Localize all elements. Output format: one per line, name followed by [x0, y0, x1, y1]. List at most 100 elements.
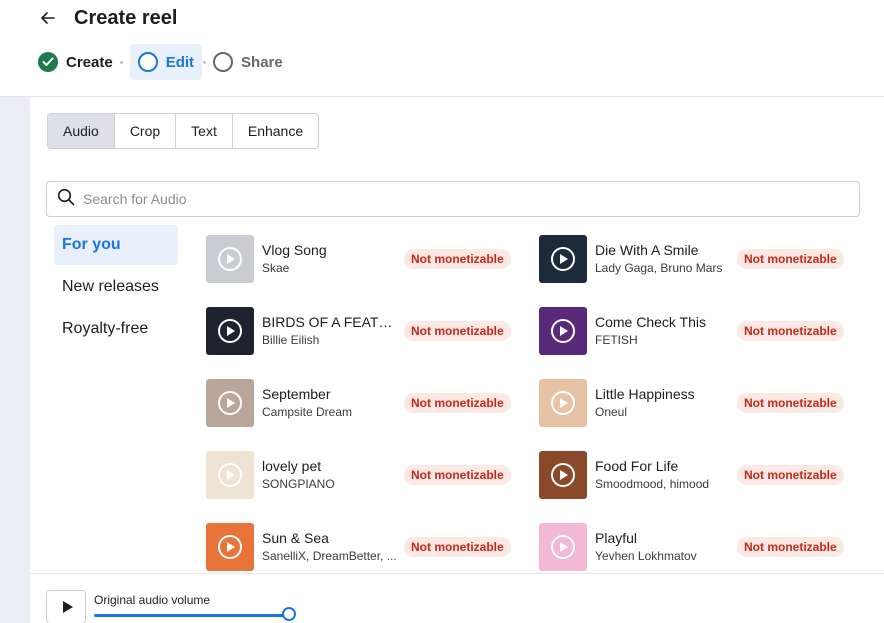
monetization-badge: Not monetizable [737, 249, 844, 269]
tab-crop[interactable]: Crop [114, 114, 177, 148]
monetization-badge: Not monetizable [737, 465, 844, 485]
track-item[interactable]: Playful Yevhen Lokhmatov Not monetizable [539, 521, 859, 573]
category-list: For you New releases Royalty-free [54, 225, 178, 351]
track-thumbnail [539, 307, 587, 355]
bottom-bar: Original audio volume [30, 573, 884, 623]
pending-step-circle-icon [213, 52, 234, 72]
track-meta: Sun & Sea SanelliX, DreamBetter, ... [262, 529, 398, 565]
track-artist: SanelliX, DreamBetter, ... [262, 549, 397, 563]
step-create-label: Create [66, 53, 113, 71]
play-circle-icon[interactable] [551, 463, 575, 487]
track-item[interactable]: BIRDS OF A FEATHER Billie Eilish Not monet… [206, 305, 526, 357]
track-thumbnail [206, 451, 254, 499]
track-meta: Come Check This FETISH [595, 313, 731, 349]
track-artist: Yevhen Lokhmatov [595, 549, 697, 563]
category-for-you[interactable]: For you [54, 225, 178, 265]
back-arrow-icon[interactable] [36, 6, 60, 30]
edit-panel: Audio Crop Text Enhance For you New rele… [30, 97, 884, 573]
track-meta: September Campsite Dream [262, 385, 398, 421]
track-artist: Oneul [595, 405, 628, 419]
track-item[interactable]: Vlog Song Skae Not monetizable [206, 233, 526, 285]
page-title: Create reel [74, 7, 178, 29]
category-royalty-free[interactable]: Royalty-free [54, 309, 178, 349]
play-triangle-icon [560, 326, 568, 336]
volume-label: Original audio volume [94, 593, 211, 607]
step-share[interactable]: Share [211, 44, 289, 80]
play-icon [62, 601, 73, 613]
category-new-releases[interactable]: New releases [54, 267, 178, 307]
tab-text[interactable]: Text [176, 114, 233, 148]
play-circle-icon[interactable] [218, 391, 242, 415]
step-edit-label: Edit [165, 53, 195, 71]
track-title: lovely pet [262, 458, 322, 474]
volume-slider[interactable] [94, 614, 289, 617]
track-item[interactable]: September Campsite Dream Not monetizable [206, 377, 526, 429]
monetization-badge: Not monetizable [404, 465, 511, 485]
track-artist: SONGPIANO [262, 477, 335, 491]
track-title: BIRDS OF A FEATHER [262, 314, 398, 330]
play-circle-icon[interactable] [551, 247, 575, 271]
monetization-badge: Not monetizable [404, 537, 511, 557]
track-meta: Die With A Smile Lady Gaga, Bruno Mars [595, 241, 731, 277]
track-meta: BIRDS OF A FEATHER Billie Eilish [262, 313, 398, 349]
monetization-badge: Not monetizable [737, 393, 844, 413]
track-title: Sun & Sea [262, 530, 329, 546]
track-meta: Food For Life Smoodmood, himood [595, 457, 731, 493]
play-button[interactable] [46, 590, 86, 623]
track-title: September [262, 386, 331, 402]
track-meta: Vlog Song Skae [262, 241, 398, 277]
monetization-badge: Not monetizable [404, 249, 511, 269]
play-circle-icon[interactable] [551, 535, 575, 559]
track-thumbnail [539, 379, 587, 427]
play-circle-icon[interactable] [218, 535, 242, 559]
track-item[interactable]: Come Check This FETISH Not monetizable [539, 305, 859, 357]
track-thumbnail [539, 451, 587, 499]
play-circle-icon[interactable] [551, 319, 575, 343]
track-meta: lovely pet SONGPIANO [262, 457, 398, 493]
track-item[interactable]: lovely pet SONGPIANO Not monetizable [206, 449, 526, 501]
step-separator [203, 60, 207, 64]
play-circle-icon[interactable] [218, 463, 242, 487]
track-thumbnail [206, 523, 254, 571]
track-meta: Playful Yevhen Lokhmatov [595, 529, 731, 565]
tab-audio[interactable]: Audio [48, 114, 115, 148]
monetization-badge: Not monetizable [737, 321, 844, 341]
step-edit[interactable]: Edit [129, 44, 203, 80]
track-thumbnail [206, 307, 254, 355]
monetization-badge: Not monetizable [404, 321, 511, 341]
volume-slider-handle[interactable] [282, 607, 296, 621]
track-item[interactable]: Food For Life Smoodmood, himood Not moneti… [539, 449, 859, 501]
track-title: Come Check This [595, 314, 707, 330]
search-icon [57, 188, 75, 211]
current-step-circle-icon [137, 52, 158, 72]
monetization-badge: Not monetizable [404, 393, 511, 413]
step-separator [119, 60, 123, 64]
track-title: Food For Life [595, 458, 679, 474]
step-create[interactable]: Create [36, 44, 119, 80]
audio-search[interactable] [46, 181, 860, 217]
tab-enhance[interactable]: Enhance [232, 114, 319, 148]
track-item[interactable]: Little Happiness Oneul Not monetizable [539, 377, 859, 429]
track-artist: Skae [262, 261, 290, 275]
editor-tabs: Audio Crop Text Enhance [47, 113, 320, 149]
play-triangle-icon [227, 398, 235, 408]
track-artist: Smoodmood, himood [595, 477, 710, 491]
track-item[interactable]: Die With A Smile Lady Gaga, Bruno Mars Not… [539, 233, 859, 285]
track-list: Vlog Song Skae Not monetizable Die With A S… [206, 233, 866, 573]
left-preview-strip [0, 97, 30, 623]
play-triangle-icon [227, 470, 235, 480]
track-artist: Lady Gaga, Bruno Mars [595, 261, 723, 275]
track-artist: Billie Eilish [262, 333, 320, 347]
track-thumbnail [206, 379, 254, 427]
monetization-badge: Not monetizable [737, 537, 844, 557]
track-title: Playful [595, 530, 638, 546]
track-item[interactable]: Sun & Sea SanelliX, DreamBetter, ... Not m… [206, 521, 526, 573]
play-circle-icon[interactable] [218, 247, 242, 271]
play-circle-icon[interactable] [551, 391, 575, 415]
step-share-label: Share [241, 53, 283, 71]
search-input[interactable] [83, 191, 823, 207]
track-artist: FETISH [595, 333, 638, 347]
play-circle-icon[interactable] [218, 319, 242, 343]
stepper: Create Edit Share [36, 44, 289, 80]
track-artist: Campsite Dream [262, 405, 353, 419]
